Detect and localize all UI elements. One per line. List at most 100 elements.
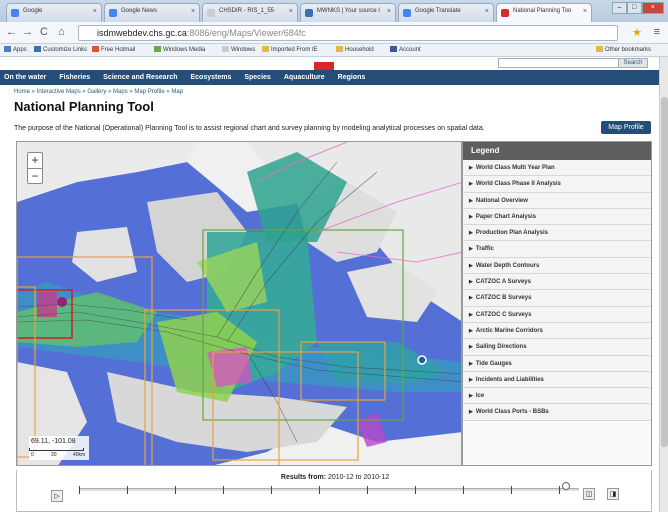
- expand-arrow-icon: ▶: [469, 197, 473, 204]
- zoom-in-button[interactable]: +: [28, 153, 42, 169]
- timeline-tick: [463, 486, 464, 494]
- bookmarks-bar: Apps Customize Links Free Hotmail Window…: [0, 44, 668, 57]
- map-viewer[interactable]: + − 69.11, -101.08 0 20 40km: [16, 141, 462, 466]
- close-window-icon[interactable]: ×: [641, 2, 664, 14]
- step-back-icon[interactable]: ◫: [583, 488, 595, 500]
- msn-icon: [92, 46, 99, 52]
- legend-item[interactable]: ▶ World Class Phase II Analysis: [463, 176, 651, 193]
- bookmark-item[interactable]: Windows Media: [154, 46, 205, 53]
- nav-item-on-the-water[interactable]: On the water: [4, 74, 46, 81]
- map-profile-button[interactable]: Map Profile: [601, 121, 651, 134]
- legend-item[interactable]: ▶ Paper Chart Analysis: [463, 208, 651, 226]
- browser-tab[interactable]: Google ×: [6, 3, 102, 22]
- expand-arrow-icon: ▶: [469, 213, 473, 220]
- nav-item-species[interactable]: Species: [244, 74, 270, 81]
- expand-arrow-icon: ▶: [469, 311, 473, 318]
- play-icon[interactable]: ▷: [51, 490, 63, 502]
- browser-tab[interactable]: CHSDIR - RIS_1_55 ×: [202, 3, 298, 22]
- folder-icon: [336, 46, 343, 52]
- window-controls: – □ ×: [612, 2, 664, 14]
- close-tab-icon[interactable]: ×: [485, 8, 489, 15]
- expand-arrow-icon: ▶: [469, 279, 473, 286]
- scale-bar: [29, 448, 84, 451]
- legend-item[interactable]: ▶ Ice: [463, 388, 651, 405]
- bookmark-item[interactable]: Apps: [4, 46, 27, 53]
- legend-item[interactable]: ▶ Arctic Marine Corridors: [463, 322, 651, 340]
- page-icon: [222, 46, 229, 52]
- bookmark-item[interactable]: Household: [336, 46, 374, 53]
- browser-chrome: Google × Google News × CHSDIR - RIS_1_55 × …: [0, 0, 668, 57]
- nav-item-regions[interactable]: Regions: [338, 74, 366, 81]
- home-icon[interactable]: ⌂: [58, 26, 65, 38]
- reload-icon[interactable]: C: [40, 26, 48, 38]
- browser-tab[interactable]: MWNKS | Your source I ×: [300, 3, 396, 22]
- close-tab-icon[interactable]: ×: [191, 8, 195, 15]
- nav-item-science[interactable]: Science and Research: [103, 74, 177, 81]
- bookmark-item[interactable]: Customize Links: [34, 46, 87, 53]
- folder-icon: [596, 46, 603, 52]
- step-forward-icon[interactable]: ◨: [607, 488, 619, 500]
- legend-item[interactable]: ▶ CATZOC A Surveys: [463, 274, 651, 291]
- expand-arrow-icon: ▶: [469, 230, 473, 237]
- browser-tab-active[interactable]: National Planning Too ×: [496, 3, 592, 22]
- legend-item[interactable]: ▶ Tide Gauges: [463, 355, 651, 372]
- site-search-button[interactable]: Search: [618, 58, 648, 68]
- legend-item[interactable]: ▶ Traffic: [463, 241, 651, 258]
- expand-arrow-icon: ▶: [469, 409, 473, 416]
- legend-item[interactable]: ▶ Sailing Directions: [463, 339, 651, 356]
- favicon-icon: [207, 9, 215, 17]
- legend-item[interactable]: ▶ Production Plan Analysis: [463, 225, 651, 242]
- page-scrollbar[interactable]: [659, 57, 668, 512]
- scale-label: 0: [31, 452, 34, 458]
- bookmark-item[interactable]: Account: [390, 46, 421, 53]
- tab-strip: Google × Google News × CHSDIR - RIS_1_55 × …: [0, 0, 668, 22]
- back-icon[interactable]: ←: [6, 26, 17, 38]
- expand-arrow-icon: ▶: [469, 165, 473, 171]
- menu-icon[interactable]: ≡: [654, 26, 660, 38]
- timeline-tick: [367, 486, 368, 494]
- url-input[interactable]: isdmwebdev.chs.gc.ca:8086/eng/Maps/Viewe…: [78, 25, 618, 41]
- legend-item[interactable]: ▶ CATZOC C Surveys: [463, 306, 651, 323]
- browser-tab[interactable]: Google News ×: [104, 3, 200, 22]
- forward-icon[interactable]: →: [22, 26, 33, 38]
- main-nav: On the water Fisheries Science and Resea…: [0, 70, 668, 85]
- close-tab-icon[interactable]: ×: [93, 8, 97, 15]
- legend-item[interactable]: ▶ World Class Multi Year Plan: [463, 160, 651, 177]
- timeline-slider[interactable]: [79, 488, 579, 491]
- zoom-out-button[interactable]: −: [28, 169, 42, 185]
- timeline-handle[interactable]: [562, 482, 570, 490]
- legend-item[interactable]: ▶ Water Depth Contours: [463, 257, 651, 275]
- close-tab-icon[interactable]: ×: [387, 8, 391, 15]
- nav-item-aquaculture[interactable]: Aquaculture: [284, 74, 325, 81]
- bookmark-item[interactable]: Windows: [222, 46, 255, 53]
- close-tab-icon[interactable]: ×: [583, 8, 587, 15]
- bookmark-item[interactable]: Imported From IE: [262, 46, 318, 53]
- scale-label: 40km: [73, 452, 86, 458]
- favicon-icon: [11, 9, 19, 17]
- bookmark-item[interactable]: Other bookmarks: [596, 46, 651, 53]
- legend-item[interactable]: ▶ CATZOC B Surveys: [463, 290, 651, 307]
- timeline-tick: [175, 486, 176, 494]
- map-canvas[interactable]: [17, 142, 462, 466]
- timeline-tick: [415, 486, 416, 494]
- legend-item[interactable]: ▶ Incidents and Liabilities: [463, 371, 651, 389]
- apps-icon: [4, 46, 11, 52]
- browser-tab[interactable]: Google Translate ×: [398, 3, 494, 22]
- coordinate-readout: 69.11, -101.08 0 20 40km: [29, 436, 89, 460]
- close-tab-icon[interactable]: ×: [289, 8, 293, 15]
- timeline-tick: [559, 486, 560, 494]
- scrollbar-thumb[interactable]: [661, 97, 668, 447]
- folder-icon: [262, 46, 269, 52]
- nav-item-ecosystems[interactable]: Ecosystems: [190, 74, 231, 81]
- expand-arrow-icon: ▶: [469, 181, 473, 188]
- page-title: National Planning Tool: [14, 99, 154, 114]
- nav-item-fisheries[interactable]: Fisheries: [59, 74, 90, 81]
- minimize-icon[interactable]: –: [612, 2, 627, 14]
- breadcrumb[interactable]: Home » Interactive Maps » Gallery » Maps…: [14, 89, 183, 95]
- legend-item[interactable]: ▶ National Overview: [463, 192, 651, 209]
- legend-item[interactable]: ▶ World Class Ports - BSBs: [463, 404, 651, 421]
- results-label: Results from: 2010-12 to 2010-12: [280, 474, 390, 481]
- bookmark-item[interactable]: Free Hotmail: [92, 46, 135, 53]
- bookmark-star-icon[interactable]: ★: [632, 26, 642, 39]
- maximize-icon[interactable]: □: [626, 2, 642, 14]
